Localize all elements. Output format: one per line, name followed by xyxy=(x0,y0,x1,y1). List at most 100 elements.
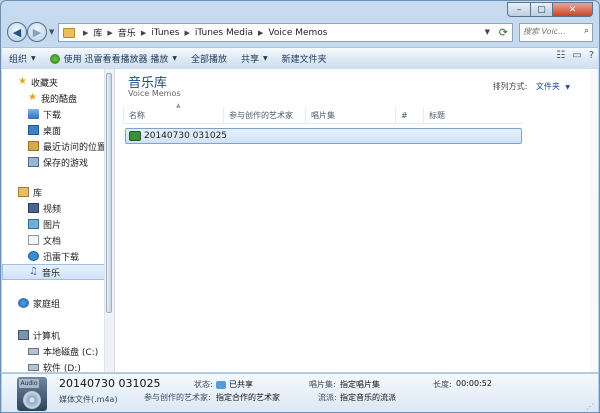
breadcrumb-separator-icon[interactable]: ▶ xyxy=(107,29,112,37)
sidebar-item-drive-d[interactable]: 软件 (D:) xyxy=(2,359,105,372)
shared-icon xyxy=(216,380,226,389)
album-field[interactable]: 指定唱片集 xyxy=(340,379,380,390)
sidebar-item-label: 家庭组 xyxy=(33,299,61,310)
play-all-button[interactable]: 全部播放 xyxy=(184,48,234,69)
genre-field[interactable]: 指定音乐的流派 xyxy=(340,392,396,403)
homegroup-icon xyxy=(18,298,29,308)
navigation-scrollbar[interactable] xyxy=(104,69,114,372)
column-header-track-number[interactable]: # xyxy=(395,108,423,123)
forward-button[interactable]: ▶ xyxy=(27,22,47,42)
back-button[interactable]: ◀ xyxy=(7,22,27,42)
details-pane: Audio 20140730 031025 媒体文件(.m4a) 状态: 已共享… xyxy=(2,373,598,412)
caption-buttons: – ▢ ✕ xyxy=(507,2,593,17)
sidebar-item-label: 图片 xyxy=(43,220,62,231)
sidebar-item-recent-places[interactable]: 最近访问的位置 xyxy=(2,138,106,154)
sidebar-item-videos[interactable]: 视频 xyxy=(2,200,105,216)
refresh-icon[interactable]: ⟳ xyxy=(499,26,508,39)
breadcrumb-library[interactable]: 库 xyxy=(93,26,102,39)
arrow-right-icon: ▶ xyxy=(32,25,42,39)
arrange-label: 排列方式: xyxy=(492,82,528,91)
play-all-label: 全部播放 xyxy=(191,55,228,65)
navigation-pane: ★ 收藏夹 ★ 我的酷盘 下载 桌面 最近访问的位置 保存的游戏 库 视频 图片… xyxy=(2,69,115,372)
address-history-dropdown[interactable]: ▼ xyxy=(485,28,490,36)
page-subtitle: Voice Memos xyxy=(128,89,181,98)
play-with-label: 使用 迅雷看看播放器 播放 xyxy=(63,55,169,65)
status-value: 已共享 xyxy=(216,379,253,390)
breadcrumb-separator-icon[interactable]: ▶ xyxy=(141,29,146,37)
column-headers: ▲ 名称 参与创作的艺术家 唱片集 # 标题 xyxy=(123,102,523,124)
sidebar-item-kupan[interactable]: ★ 我的酷盘 xyxy=(2,90,105,106)
view-options-icon[interactable]: ☷ xyxy=(556,50,565,61)
breadcrumb-itunes-media[interactable]: iTunes Media xyxy=(195,28,253,38)
audio-file-icon xyxy=(129,131,141,141)
computer-icon xyxy=(18,330,29,340)
search-input[interactable] xyxy=(523,24,579,39)
share-label: 共享 xyxy=(241,55,260,65)
homegroup-group: 家庭组 xyxy=(2,295,105,311)
column-header-artists[interactable]: 参与创作的艺术家 xyxy=(223,108,305,123)
breadcrumb-music[interactable]: 音乐 xyxy=(118,26,136,39)
organize-button[interactable]: 组织 ▼ xyxy=(2,48,43,69)
share-button[interactable]: 共享 ▼ xyxy=(234,48,275,69)
minimize-button[interactable]: – xyxy=(507,2,531,17)
desktop-icon xyxy=(28,125,39,135)
breadcrumb-itunes[interactable]: iTunes xyxy=(151,28,179,38)
search-box[interactable]: ⌕ xyxy=(519,23,593,42)
search-icon[interactable]: ⌕ xyxy=(584,26,589,36)
library-icon xyxy=(18,187,29,197)
close-button[interactable]: ✕ xyxy=(553,2,593,17)
help-icon[interactable]: ? xyxy=(589,50,594,61)
sidebar-item-documents[interactable]: 文档 xyxy=(2,232,105,248)
view-controls: ☷ ▭ ? xyxy=(556,50,594,61)
sidebar-item-saved-games[interactable]: 保存的游戏 xyxy=(2,154,105,170)
sidebar-item-downloads[interactable]: 下载 xyxy=(2,106,105,122)
xunlei-icon xyxy=(28,251,39,261)
column-header-title[interactable]: 标题 xyxy=(423,108,523,123)
recent-pages-dropdown[interactable]: ▼ xyxy=(49,28,54,36)
chevron-down-icon[interactable]: ▼ xyxy=(565,84,570,91)
sidebar-libraries[interactable]: 库 xyxy=(2,184,105,200)
video-icon xyxy=(28,203,39,213)
sidebar-computer[interactable]: 计算机 xyxy=(2,327,105,343)
sidebar-favorites[interactable]: ★ 收藏夹 xyxy=(2,74,105,90)
disc-icon xyxy=(23,391,41,409)
sidebar-item-drive-c[interactable]: 本地磁盘 (C:) xyxy=(2,343,105,359)
address-bar[interactable]: ▶ 库 ▶ 音乐 ▶ iTunes ▶ iTunes Media ▶ Voice… xyxy=(58,23,513,42)
list-item[interactable]: 20140730 031025 xyxy=(125,128,522,144)
sidebar-item-pictures[interactable]: 图片 xyxy=(2,216,105,232)
sidebar-item-desktop[interactable]: 桌面 xyxy=(2,122,105,138)
content-scrollbar[interactable] xyxy=(590,69,598,372)
player-icon xyxy=(49,53,60,64)
maximize-button[interactable]: ▢ xyxy=(531,2,553,17)
sidebar-item-label: 音乐 xyxy=(41,268,60,279)
drive-icon xyxy=(28,363,39,371)
breadcrumb-separator-icon[interactable]: ▶ xyxy=(258,29,263,37)
status-label: 状态: xyxy=(194,380,213,389)
scrollbar-thumb[interactable] xyxy=(106,73,112,313)
resize-grip-icon[interactable]: ⋰ xyxy=(586,402,594,411)
column-header-album[interactable]: 唱片集 xyxy=(305,108,395,123)
saved-games-icon xyxy=(28,157,39,167)
music-note-icon: ♫ xyxy=(29,266,38,277)
new-folder-button[interactable]: 新建文件夹 xyxy=(275,48,334,69)
play-with-button[interactable]: 使用 迅雷看看播放器 播放 ▼ xyxy=(43,48,184,69)
arrange-by-dropdown[interactable]: 文件夹 xyxy=(536,82,560,91)
column-header-name[interactable]: 名称 xyxy=(123,108,223,123)
sidebar-item-music[interactable]: ♫ 音乐 xyxy=(2,264,105,280)
sidebar-item-label: 视频 xyxy=(43,204,62,215)
length-label: 长度: xyxy=(433,380,452,389)
details-file-name: 20140730 031025 xyxy=(59,377,161,390)
breadcrumb-separator-icon[interactable]: ▶ xyxy=(83,29,88,37)
breadcrumb-voice-memos[interactable]: Voice Memos xyxy=(268,28,327,38)
genre-label: 流派: xyxy=(318,393,337,402)
artist-field[interactable]: 指定合作的艺术家 xyxy=(216,392,280,403)
album-label: 唱片集: xyxy=(309,380,336,389)
breadcrumb-separator-icon[interactable]: ▶ xyxy=(184,29,189,37)
sidebar-item-xunlei-downloads[interactable]: 迅雷下载 xyxy=(2,248,105,264)
sidebar-item-label: 文档 xyxy=(43,236,62,247)
sidebar-item-label: 软件 (D:) xyxy=(43,363,81,373)
preview-pane-icon[interactable]: ▭ xyxy=(572,50,581,61)
command-bar: 组织 ▼ 使用 迅雷看看播放器 播放 ▼ 全部播放 共享 ▼ 新建文件夹 ☷ ▭… xyxy=(2,47,598,70)
sidebar-homegroup[interactable]: 家庭组 xyxy=(2,295,105,311)
document-icon xyxy=(28,235,39,245)
